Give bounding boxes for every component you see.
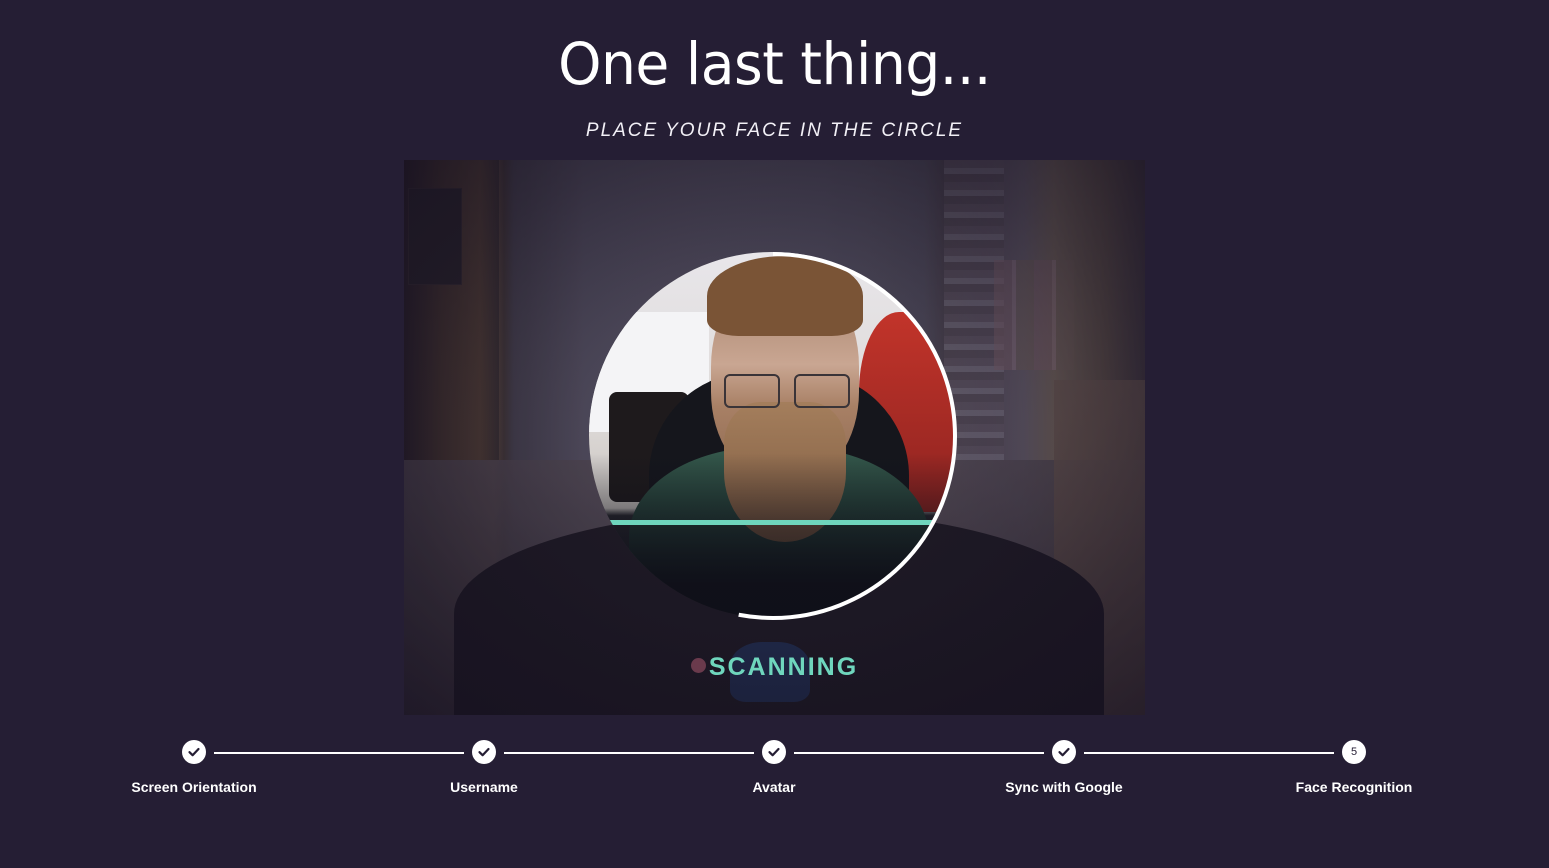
page-title: One last thing... — [558, 30, 991, 98]
check-icon — [762, 740, 786, 764]
scan-progress-arc — [589, 252, 957, 620]
step-number: 5 — [1342, 740, 1366, 764]
step-screen-orientation[interactable]: Screen Orientation — [94, 740, 294, 795]
step-face-recognition[interactable]: 5 Face Recognition — [1254, 740, 1454, 795]
step-label: Avatar — [752, 779, 796, 795]
onboarding-page: One last thing... PLACE YOUR FACE IN THE… — [0, 0, 1549, 868]
scan-status: SCANNING — [404, 653, 1145, 682]
recording-dot-icon — [690, 658, 706, 673]
scan-progress-ring — [589, 252, 957, 620]
step-avatar[interactable]: Avatar — [674, 740, 874, 795]
step-sync-with-google[interactable]: Sync with Google — [964, 740, 1164, 795]
check-icon — [182, 740, 206, 764]
camera-feed: SCANNING — [404, 160, 1145, 715]
check-icon — [1052, 740, 1076, 764]
step-username[interactable]: Username — [384, 740, 584, 795]
onboarding-stepper: Screen Orientation Username Avatar Sync … — [0, 740, 1549, 820]
scan-status-label: SCANNING — [708, 653, 859, 681]
page-subtitle: PLACE YOUR FACE IN THE CIRCLE — [585, 120, 964, 141]
step-label: Username — [450, 779, 518, 795]
step-label: Face Recognition — [1295, 779, 1413, 795]
step-label: Screen Orientation — [131, 779, 257, 795]
check-icon — [472, 740, 496, 764]
step-label: Sync with Google — [1005, 779, 1123, 795]
